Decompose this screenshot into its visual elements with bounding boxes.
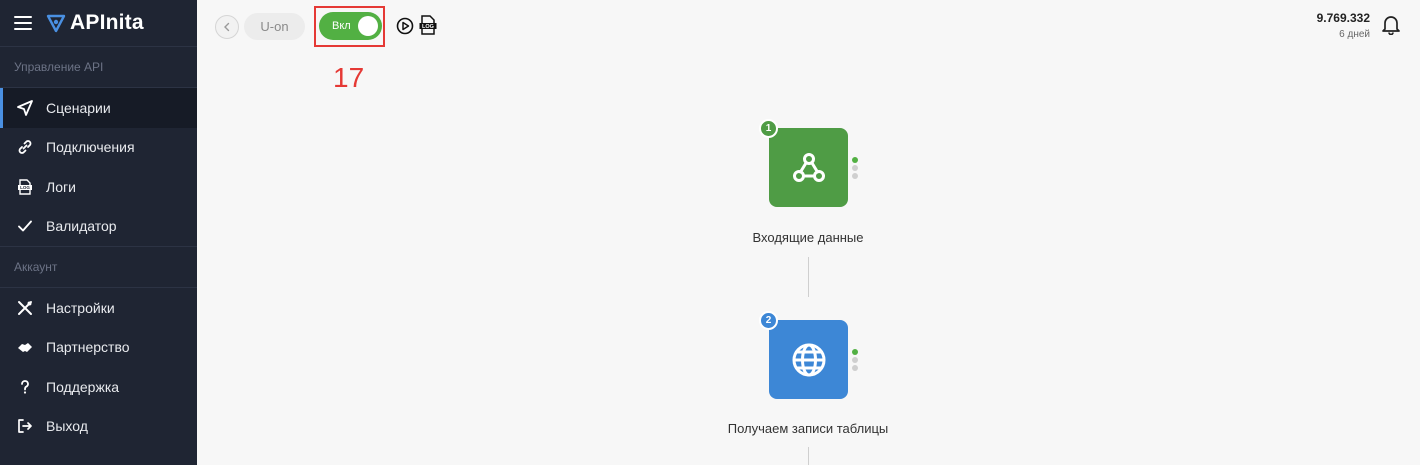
balance-value: 9.769.332 — [1316, 11, 1370, 25]
link-icon — [16, 138, 34, 156]
logout-icon — [16, 417, 34, 435]
balance-days: 6 дней — [1339, 29, 1370, 40]
section-label-account: Аккаунт — [0, 247, 197, 288]
sidebar-item-label: Настройки — [46, 299, 115, 316]
sidebar-item-partnership[interactable]: Партнерство — [0, 328, 197, 368]
sidebar: APInita Управление API Сценарии Подключе… — [0, 0, 197, 465]
flow-connector — [808, 447, 809, 465]
brand-name: APInita — [70, 11, 144, 34]
sidebar-item-label: Подключения — [46, 139, 135, 156]
balance-info: 9.769.332 6 дней — [1317, 11, 1370, 40]
sidebar-item-connections[interactable]: Подключения — [0, 128, 197, 168]
sidebar-item-label: Валидатор — [46, 218, 117, 235]
toggle-knob — [358, 16, 378, 36]
play-icon[interactable] — [396, 17, 414, 35]
flow-node-http-request[interactable] — [769, 320, 848, 399]
node-number-badge: 1 — [759, 119, 778, 138]
sidebar-item-support[interactable]: Поддержка — [0, 367, 197, 407]
sidebar-item-settings[interactable]: Настройки — [0, 288, 197, 328]
sidebar-item-logs[interactable]: LOG Логи — [0, 167, 197, 207]
svg-text:LOG: LOG — [20, 185, 30, 190]
logo-icon — [46, 14, 66, 33]
sidebar-header: APInita — [0, 0, 197, 47]
sidebar-item-label: Логи — [46, 178, 76, 195]
sidebar-item-scenarios[interactable]: Сценарии — [0, 88, 197, 128]
bell-icon[interactable] — [1380, 13, 1402, 35]
annotation-number: 17 — [333, 62, 365, 93]
webhook-icon — [792, 152, 825, 182]
chevron-left-icon — [224, 22, 230, 32]
tools-icon — [16, 299, 34, 317]
toggle-label: Вкл — [332, 20, 351, 32]
scenario-name[interactable]: U-on — [244, 13, 305, 40]
sidebar-item-logout[interactable]: Выход — [0, 407, 197, 447]
sidebar-item-label: Поддержка — [46, 378, 120, 395]
question-icon — [16, 378, 34, 396]
node-label: Получаем записи таблицы — [727, 421, 889, 436]
flow-node-webhook[interactable] — [769, 128, 848, 207]
sidebar-item-validator[interactable]: Валидатор — [0, 207, 197, 247]
flow-connector — [808, 257, 809, 297]
log-icon: LOG — [16, 178, 34, 196]
main-area: U-on Вкл LOG 17 9.769.332 6 дней 1 Входя… — [198, 0, 1420, 465]
scenario-enabled-toggle[interactable]: Вкл — [319, 12, 382, 40]
sidebar-item-label: Сценарии — [46, 99, 111, 116]
send-icon — [16, 99, 34, 117]
node-label: Входящие данные — [752, 230, 864, 245]
menu-icon[interactable] — [14, 16, 32, 30]
check-icon — [16, 217, 34, 235]
node-status-dots — [852, 349, 858, 371]
log-file-label: LOG — [422, 24, 434, 30]
handshake-icon — [16, 338, 34, 356]
globe-icon — [792, 343, 825, 376]
sidebar-item-label: Выход — [46, 418, 88, 435]
back-button[interactable] — [215, 15, 239, 39]
log-file-icon[interactable]: LOG — [418, 15, 438, 35]
toolbar: U-on Вкл LOG 17 9.769.332 6 дней — [198, 0, 1420, 93]
section-label-api: Управление API — [0, 47, 197, 88]
sidebar-item-label: Партнерство — [46, 339, 130, 356]
node-number-badge: 2 — [759, 311, 778, 330]
node-status-dots — [852, 157, 858, 179]
